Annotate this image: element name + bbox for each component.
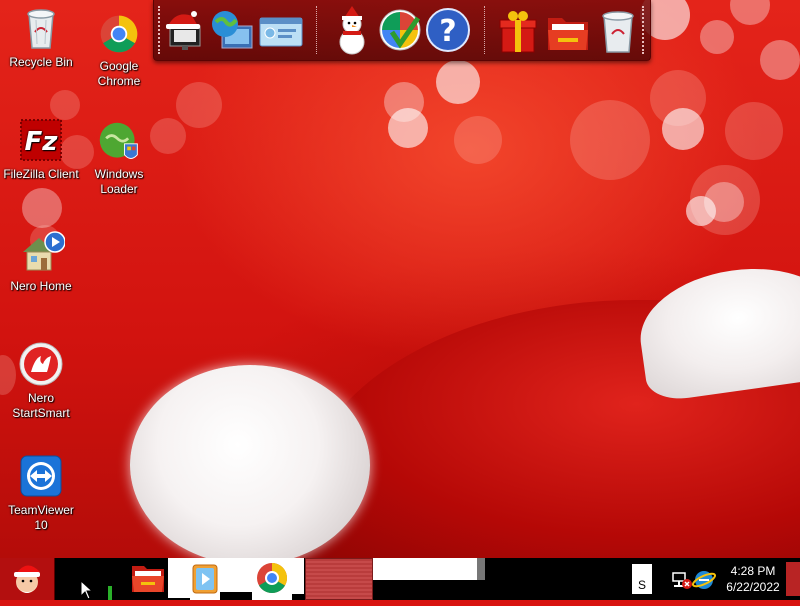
- media-player-icon: [192, 564, 218, 594]
- dock-snowman[interactable]: [328, 4, 376, 56]
- windows-loader-icon: [99, 122, 138, 159]
- dock-toolbar: ?: [153, 0, 651, 61]
- santa-hat-brim: [632, 256, 800, 404]
- recycle-bin-icon: [27, 9, 55, 49]
- teamviewer-icon: [20, 455, 62, 497]
- bokeh: [760, 40, 800, 80]
- desktop-icon-nero-home[interactable]: Nero Home: [0, 228, 82, 294]
- tray-input-box[interactable]: S: [632, 564, 652, 594]
- bokeh: [700, 20, 734, 54]
- taskbar-blank-region: [220, 558, 252, 594]
- network-globe-icon: [212, 11, 253, 49]
- bokeh: [704, 182, 744, 222]
- start-button[interactable]: [0, 558, 55, 600]
- taskbar-clock[interactable]: 4:28 PM 6/22/2022: [718, 563, 788, 595]
- dock-grip[interactable]: [642, 6, 646, 54]
- snowman-icon: [339, 6, 365, 55]
- desktop-icon-label: Recycle Bin: [9, 55, 73, 69]
- santa-monitor-icon: [166, 11, 201, 50]
- bokeh: [388, 108, 428, 148]
- desktop-icon-label: TeamViewer 10: [8, 503, 74, 532]
- bokeh: [176, 82, 222, 128]
- chrome-icon: [100, 15, 138, 53]
- gift-icon: [499, 11, 537, 53]
- dock-recycle-bin[interactable]: [594, 4, 642, 56]
- santa-hat-pompom: [130, 365, 370, 558]
- network-tray-icon[interactable]: [672, 570, 692, 590]
- taskbar: S: [0, 558, 800, 600]
- control-panel-icon: [259, 17, 303, 47]
- bokeh: [22, 188, 62, 228]
- desktop-icon-label: Nero StartSmart: [12, 391, 70, 420]
- mouse-cursor-icon: [80, 580, 92, 600]
- taskbar-window-thumb[interactable]: [305, 558, 373, 600]
- dock-separator: [316, 6, 319, 54]
- taskbar-chrome[interactable]: [252, 558, 292, 600]
- bokeh: [454, 116, 502, 164]
- show-desktop-button[interactable]: [786, 562, 800, 596]
- desktop-icon-filezilla[interactable]: Fz FileZilla Client: [0, 116, 82, 182]
- desktop-icon-google-chrome[interactable]: Google Chrome: [78, 12, 160, 89]
- nero-startsmart-icon: [19, 342, 63, 386]
- windows-update-shield-icon: [379, 9, 421, 51]
- dock-santa-monitor[interactable]: [162, 4, 210, 56]
- bokeh: [570, 100, 650, 180]
- dock-gift[interactable]: [494, 4, 542, 56]
- desktop-icon-recycle-bin[interactable]: Recycle Bin: [0, 4, 82, 70]
- desktop-icon-teamviewer[interactable]: TeamViewer 10: [0, 452, 82, 533]
- desktop-icon-label: Google Chrome: [97, 59, 141, 88]
- taskbar-blank-region: [292, 558, 304, 594]
- bokeh: [730, 0, 770, 25]
- dock-network-globe[interactable]: [208, 4, 256, 56]
- nero-home-icon: [23, 231, 65, 271]
- dock-help[interactable]: ?: [424, 4, 472, 56]
- clock-date: 6/22/2022: [726, 580, 780, 594]
- svg-text:?: ?: [439, 14, 456, 49]
- desktop-icon-label: FileZilla Client: [3, 167, 79, 181]
- explorer-folder-icon: [132, 566, 164, 592]
- tray-input-label: S: [637, 578, 646, 592]
- dock-windows-update[interactable]: [376, 4, 424, 56]
- dock-separator: [484, 6, 487, 54]
- desktop-icon-nero-startsmart[interactable]: Nero StartSmart: [0, 340, 82, 421]
- chrome-icon: [257, 563, 288, 594]
- folder-icon: [548, 18, 588, 50]
- desktop-icon-windows-loader[interactable]: Windows Loader: [78, 120, 160, 197]
- santa-start-icon: [14, 565, 40, 593]
- svg-text:Fz: Fz: [25, 127, 59, 157]
- taskbar-explorer[interactable]: [128, 558, 168, 600]
- desktop-icon-label: Nero Home: [10, 279, 72, 293]
- recycle-bin-icon: [602, 11, 634, 53]
- taskbar-blank-region: [168, 558, 190, 598]
- help-icon: ?: [426, 8, 470, 52]
- filezilla-icon: Fz: [20, 119, 62, 161]
- internet-explorer-tray-icon[interactable]: [692, 568, 716, 592]
- bokeh: [725, 102, 783, 160]
- clock-time: 4:28 PM: [730, 564, 776, 578]
- dock-control-panel[interactable]: [256, 4, 304, 56]
- dock-folder[interactable]: [544, 4, 592, 56]
- taskbar-scroll-handle[interactable]: [477, 558, 485, 580]
- activity-indicator: [108, 586, 112, 600]
- taskbar-window-white[interactable]: [373, 558, 477, 580]
- bokeh: [662, 108, 704, 150]
- bokeh: [436, 60, 480, 104]
- taskbar-media-player[interactable]: [190, 558, 220, 600]
- desktop-icon-label: Windows Loader: [94, 167, 144, 196]
